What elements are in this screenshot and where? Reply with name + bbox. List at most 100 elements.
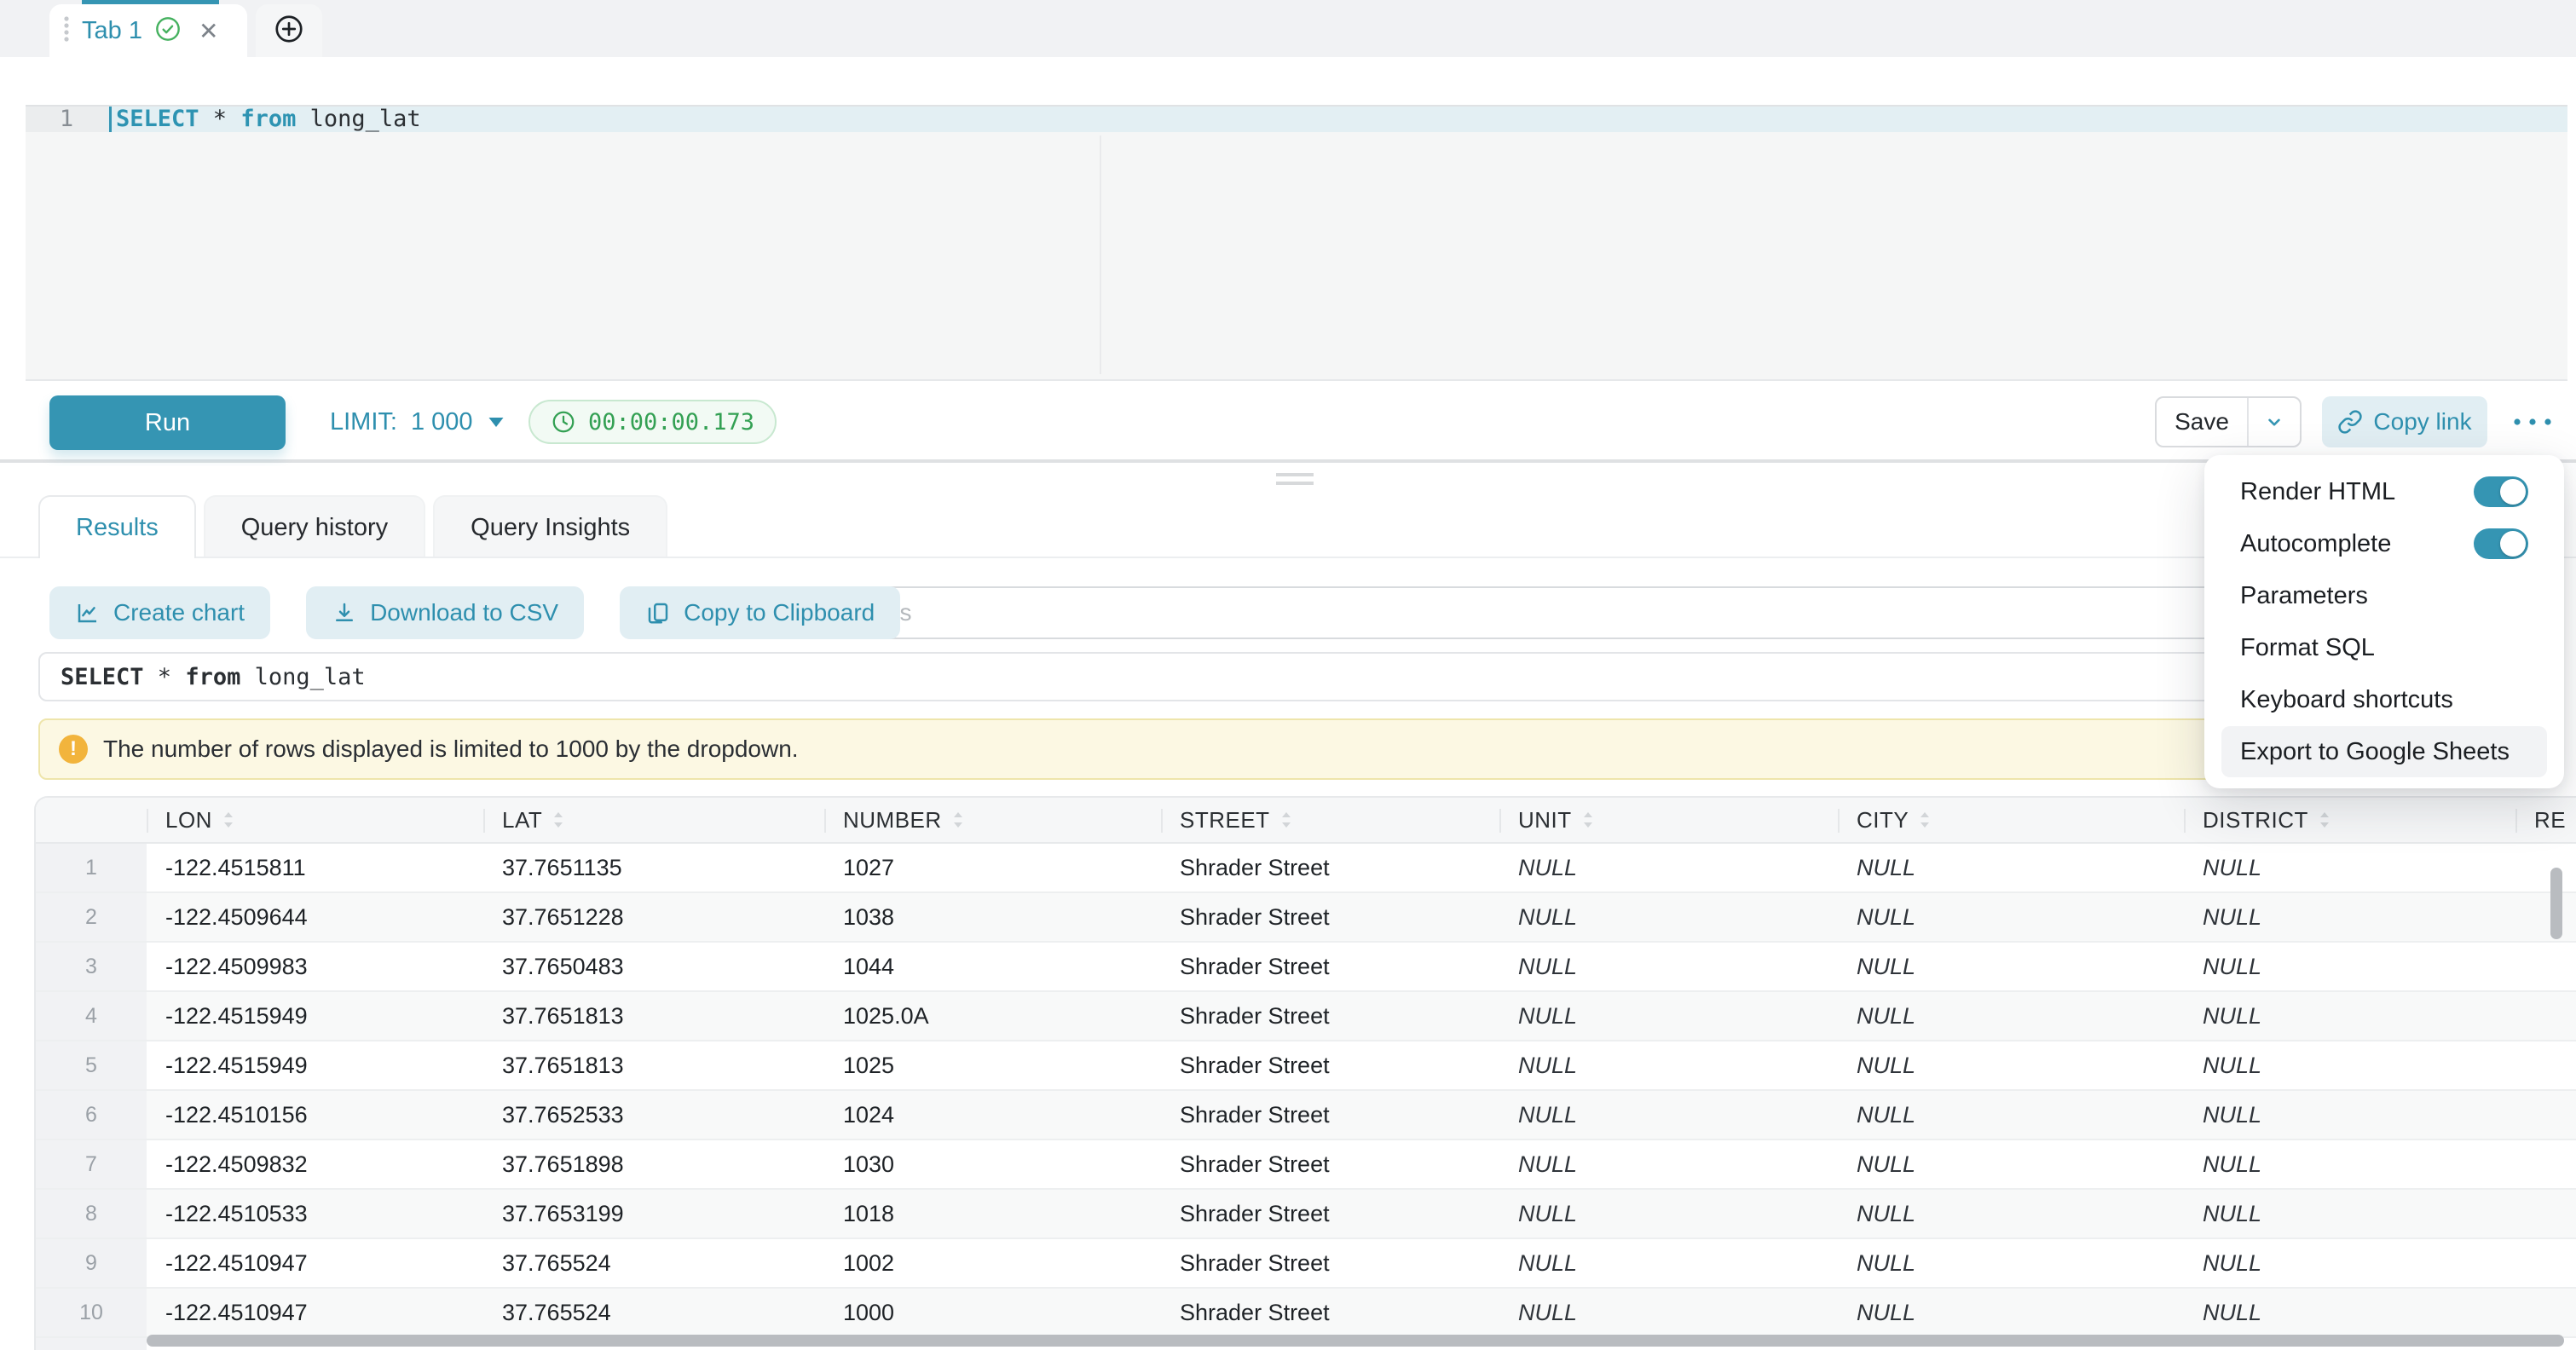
column-header-lat[interactable]: LAT (483, 798, 824, 842)
toggle-autocomplete[interactable] (2474, 528, 2528, 559)
cell[interactable]: NULL (2184, 943, 2515, 990)
cell[interactable]: NULL (1499, 992, 1838, 1040)
column-header-street[interactable]: STREET (1161, 798, 1499, 842)
cell[interactable] (2515, 844, 2576, 891)
cell[interactable] (2515, 1041, 2576, 1089)
save-button[interactable]: Save (2157, 398, 2247, 446)
cell[interactable]: 1044 (824, 943, 1161, 990)
cell[interactable]: 1030 (824, 1140, 1161, 1188)
table-row[interactable]: 2-122.450964437.76512281038Shrader Stree… (36, 893, 2576, 943)
cell[interactable]: 1002 (824, 1239, 1161, 1287)
cell[interactable]: 37.765524 (483, 1239, 824, 1287)
column-header-lon[interactable]: LON (147, 798, 483, 842)
cell[interactable]: Shrader Street (1161, 893, 1499, 941)
cell[interactable]: Shrader Street (1161, 1140, 1499, 1188)
toggle-render-html[interactable] (2474, 476, 2528, 507)
cell[interactable]: NULL (2184, 1140, 2515, 1188)
limit-dropdown[interactable]: LIMIT: 1 000 (330, 381, 505, 463)
cell[interactable]: 1000 (824, 1289, 1161, 1336)
cell[interactable]: NULL (1838, 1091, 2184, 1139)
cell[interactable]: -122.4510947 (147, 1239, 483, 1287)
cell[interactable] (2515, 1091, 2576, 1139)
cell[interactable]: 37.7651813 (483, 992, 824, 1040)
cell[interactable]: Shrader Street (1161, 1239, 1499, 1287)
cell[interactable]: Shrader Street (1161, 1041, 1499, 1089)
cell[interactable]: NULL (2184, 992, 2515, 1040)
column-header-city[interactable]: CITY (1838, 798, 2184, 842)
cell[interactable]: NULL (1499, 1041, 1838, 1089)
table-row[interactable]: 7-122.450983237.76518981030Shrader Stree… (36, 1140, 2576, 1190)
cell[interactable]: NULL (2184, 1289, 2515, 1336)
menu-item-parameters[interactable]: Parameters (2221, 570, 2547, 621)
create-chart-button[interactable]: Create chart (49, 586, 270, 639)
cell[interactable]: 1025.0A (824, 992, 1161, 1040)
table-row[interactable]: 3-122.450998337.76504831044Shrader Stree… (36, 943, 2576, 992)
menu-item-autocomplete[interactable]: Autocomplete (2221, 518, 2547, 569)
cell[interactable]: Shrader Street (1161, 1091, 1499, 1139)
column-header-unit[interactable]: UNIT (1499, 798, 1838, 842)
cell[interactable]: 1027 (824, 844, 1161, 891)
tab-drag-handle-icon[interactable] (63, 14, 70, 48)
cell[interactable]: -122.4515949 (147, 1041, 483, 1089)
cell[interactable] (2515, 943, 2576, 990)
cell[interactable]: -122.4509832 (147, 1140, 483, 1188)
cell[interactable]: 1025 (824, 1041, 1161, 1089)
run-button[interactable]: Run (49, 395, 286, 450)
cell[interactable]: NULL (2184, 1239, 2515, 1287)
code-active-line[interactable]: 1 SELECT * from long_lat (26, 107, 2567, 132)
cell[interactable]: -122.4515949 (147, 992, 483, 1040)
cell[interactable]: NULL (1838, 1239, 2184, 1287)
cell[interactable]: 37.7652533 (483, 1091, 824, 1139)
column-header-district[interactable]: DISTRICT (2184, 798, 2515, 842)
cell[interactable] (2515, 992, 2576, 1040)
table-row[interactable]: 1-122.451581137.76511351027Shrader Stree… (36, 844, 2576, 893)
tab-query-insights[interactable]: Query Insights (433, 495, 667, 558)
cell[interactable]: NULL (1838, 844, 2184, 891)
cell[interactable]: NULL (1499, 1140, 1838, 1188)
cell[interactable]: NULL (1838, 893, 2184, 941)
cell[interactable]: NULL (2184, 893, 2515, 941)
menu-item-export-to-google-sheets[interactable]: Export to Google Sheets (2221, 726, 2547, 777)
cell[interactable]: NULL (1499, 1239, 1838, 1287)
copy-link-button[interactable]: Copy link (2322, 396, 2487, 447)
panel-resize-handle[interactable] (1276, 473, 1314, 490)
table-row[interactable]: 8-122.451053337.76531991018Shrader Stree… (36, 1190, 2576, 1239)
download-csv-button[interactable]: Download to CSV (306, 586, 584, 639)
editor-tab-active[interactable]: Tab 1 ✕ (49, 4, 247, 57)
cell[interactable]: -122.4509644 (147, 893, 483, 941)
cell[interactable]: NULL (1838, 1190, 2184, 1238)
more-options-button[interactable] (2504, 396, 2561, 447)
cell[interactable]: NULL (2184, 1190, 2515, 1238)
save-options-button[interactable] (2247, 398, 2300, 446)
vertical-scrollbar[interactable] (2550, 868, 2562, 939)
column-header-re[interactable]: RE (2515, 798, 2576, 842)
cell[interactable]: Shrader Street (1161, 1190, 1499, 1238)
cell[interactable] (2515, 1140, 2576, 1188)
tab-query-history[interactable]: Query history (204, 495, 425, 558)
cell[interactable]: 37.7651813 (483, 1041, 824, 1089)
cell[interactable]: NULL (1499, 943, 1838, 990)
cell[interactable]: 1024 (824, 1091, 1161, 1139)
cell[interactable]: NULL (1499, 844, 1838, 891)
cell[interactable]: NULL (1838, 1041, 2184, 1089)
cell[interactable]: -122.4510156 (147, 1091, 483, 1139)
add-tab-button[interactable] (256, 4, 322, 57)
cell[interactable]: NULL (1838, 1289, 2184, 1336)
cell[interactable]: 37.7651898 (483, 1140, 824, 1188)
cell[interactable] (2515, 1239, 2576, 1287)
table-row[interactable]: 6-122.451015637.76525331024Shrader Stree… (36, 1091, 2576, 1140)
table-row[interactable]: 10-122.451094737.7655241000Shrader Stree… (36, 1289, 2576, 1338)
cell[interactable]: Shrader Street (1161, 1289, 1499, 1336)
table-row[interactable]: 9-122.451094737.7655241002Shrader Street… (36, 1239, 2576, 1289)
cell[interactable]: NULL (1499, 1289, 1838, 1336)
cell[interactable]: -122.4515811 (147, 844, 483, 891)
cell[interactable] (2515, 1289, 2576, 1336)
cell[interactable]: 37.7653199 (483, 1190, 824, 1238)
tab-results[interactable]: Results (38, 495, 196, 558)
cell[interactable]: NULL (2184, 844, 2515, 891)
cell[interactable] (2515, 893, 2576, 941)
cell[interactable]: NULL (1838, 1140, 2184, 1188)
copy-clipboard-button[interactable]: Copy to Clipboard (620, 586, 900, 639)
column-header-number[interactable]: NUMBER (824, 798, 1161, 842)
menu-item-format-sql[interactable]: Format SQL (2221, 622, 2547, 673)
